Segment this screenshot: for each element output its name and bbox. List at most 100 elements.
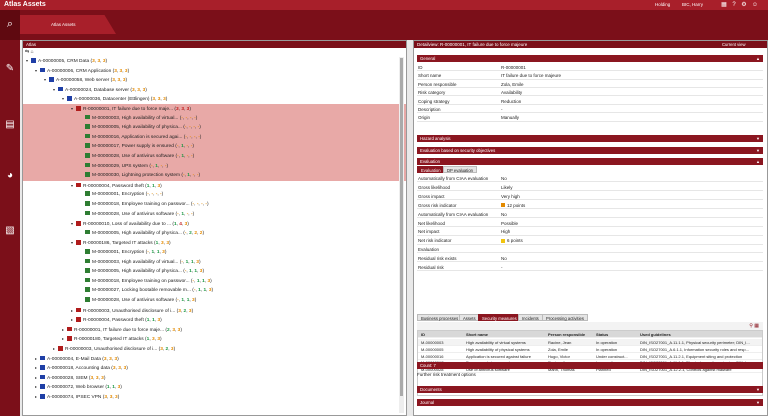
help-icon[interactable]: ?	[730, 1, 738, 9]
section-general[interactable]: General ▲	[417, 55, 763, 62]
column-header[interactable]: Status	[596, 331, 638, 338]
score-value: -	[176, 144, 179, 150]
related-tab[interactable]: Assets	[459, 314, 480, 321]
settings-icon[interactable]: ⚙	[740, 1, 748, 9]
related-tab[interactable]: Business processes	[417, 314, 463, 321]
tree-node[interactable]: M-00000005, High availability of physica…	[23, 229, 406, 239]
tree-node[interactable]: M-00000028, Use of antivirus software (-…	[23, 210, 406, 220]
tree-node[interactable]: ▸ A-00000004, E-Mail Data (3, 3, 3)	[23, 354, 406, 364]
tree-node[interactable]: ▸ R-00000001, IT failure due to force maj…	[23, 325, 406, 335]
score-value: 3	[172, 327, 175, 333]
tree-view-icon[interactable]: ⇆	[25, 49, 29, 55]
tree-node[interactable]: M-00000003, High availability of virtual…	[23, 113, 406, 124]
tree-scrollbar-thumb[interactable]	[400, 58, 403, 396]
related-tab[interactable]: Incidents	[518, 314, 543, 321]
section-security-objectives[interactable]: Evaluation based on security objectives ▼	[417, 147, 763, 154]
tree-node[interactable]: ▾ A-00000006, CRM Application (3, 3, 3)	[23, 66, 406, 76]
score-value: -	[190, 154, 193, 159]
tree-node[interactable]: M-00000016, Application is secured agai.…	[23, 132, 406, 143]
holding-selector[interactable]: Holding	[655, 1, 677, 9]
score-value: 3	[199, 269, 203, 275]
tree-node-scores: (1, 4, 3)	[171, 222, 189, 228]
tree-node[interactable]: M-00000003, High availability of virtual…	[23, 258, 406, 268]
tree-node[interactable]: ▸ A-00000028, SIEM (3, 3, 3)	[23, 373, 406, 383]
tree-node-label: A-00000004, E-Mail Data	[47, 356, 101, 362]
section-security-label: Evaluation based on security objectives	[420, 148, 496, 153]
node-type-icon	[85, 143, 90, 148]
column-header[interactable]: Used guidelines	[640, 331, 762, 338]
node-type-icon	[40, 394, 45, 399]
tree-node[interactable]: M-00000018, Employee training on passwor…	[23, 200, 406, 210]
tree-node[interactable]: ▾ R-00000004, Password theft (1, 1, 3)	[23, 181, 406, 191]
user-menu[interactable]: BIC, Harry	[682, 1, 716, 9]
tree-node[interactable]: ▾ R-00000010, Loss of availability due to…	[23, 219, 406, 229]
section-documents[interactable]: Documents ▼	[417, 386, 763, 393]
column-header[interactable]: Person responsible	[548, 331, 594, 338]
node-type-icon	[40, 384, 45, 389]
general-field-row: Person responsible Zola, Emile	[417, 81, 763, 89]
report-icon[interactable]: ▧	[0, 220, 20, 242]
section-hazard-analysis[interactable]: Hazard analysis ▼	[417, 135, 763, 142]
evaluation-field-row: Gross impact Very high	[417, 193, 763, 201]
tree-node-label: A-00000072, Web browser	[47, 385, 104, 391]
section-journal[interactable]: Journal ▼	[417, 399, 763, 406]
tree-node-scores: (3, 3, 3)	[109, 366, 128, 372]
section-evaluation[interactable]: Evaluation ▲	[417, 158, 763, 165]
tree-node-label: M-00000029, UPS system	[92, 163, 148, 169]
tree-node[interactable]: ▾ A-00000024, Database server (3, 3, 3)	[23, 85, 406, 95]
tree-node-label: A-00000024, Database server	[65, 87, 129, 93]
node-type-icon	[40, 67, 45, 73]
tree-node[interactable]: M-00000028, Use of antivirus software (-…	[23, 296, 406, 306]
general-field-row: Coping strategy Reduction	[417, 98, 763, 105]
pie-chart-icon[interactable]: ◕	[0, 165, 20, 187]
home-icon[interactable]: ⌂	[31, 49, 34, 55]
tree-node[interactable]: M-00000005, High availability of physica…	[23, 123, 406, 133]
edit-icon[interactable]: ✎	[0, 58, 20, 80]
eval-tab[interactable]: DP evaluation	[443, 166, 477, 173]
tree-node[interactable]: ▸ R-00000180, Targeted IT attacks (1, 3, …	[23, 334, 406, 344]
score-value: 3	[102, 59, 106, 64]
filter-icon[interactable]: ⚲	[749, 323, 753, 329]
search-icon[interactable]: ⌕	[0, 10, 20, 40]
column-header[interactable]: Short name	[466, 331, 546, 338]
score-value: -	[196, 173, 199, 179]
tree-node[interactable]: M-00000001, Encryption (-, 1, 1, 3)	[23, 248, 406, 258]
table-icon[interactable]: ▤	[0, 114, 20, 136]
tree-node[interactable]: ▾ A-00000036, Datacenter (Ettlingen) (3, …	[23, 94, 406, 104]
tree-node[interactable]: ▸ R-00000003, Unauthorised disclosure of …	[23, 306, 406, 316]
grid-icon[interactable]: ▦	[720, 1, 728, 9]
tree-node[interactable]: ▾ A-00000058, Web server (3, 3, 3)	[23, 75, 406, 85]
tree-node[interactable]: ▾ A-00000005, CRM Data (3, 3, 3)	[23, 56, 406, 66]
tree-node[interactable]: M-00000027, Locking bootable removable m…	[23, 286, 406, 296]
column-settings-icon[interactable]: ▦	[754, 323, 759, 329]
eval-tab[interactable]: Evaluation	[417, 166, 445, 173]
score-value: -	[177, 154, 179, 159]
tree-node[interactable]: ▸ A-00000072, Web browser (1, 1, 3)	[23, 382, 406, 392]
tree-node[interactable]: M-00000001, Encryption (-, -, -, -)	[23, 190, 406, 200]
tree-node-label: R-00000180, Targeted IT attacks	[74, 337, 144, 343]
user-icon[interactable]: ☺	[751, 1, 759, 9]
tree-node[interactable]: M-00000017, Power supply is ensured (-, …	[23, 142, 406, 152]
current-view-selector[interactable]: Current view	[722, 41, 746, 48]
tree-node[interactable]: M-00000028, Use of antivirus software (-…	[23, 152, 406, 162]
tree-node-label: A-00000074, IPSEC VPN	[47, 395, 102, 400]
tree-node[interactable]: ▾ R-00000186, Targeted IT attacks (1, 3, …	[23, 238, 406, 248]
score-value: 1	[196, 278, 200, 284]
column-header[interactable]: ID	[421, 331, 465, 338]
related-tab[interactable]: Processing activities	[542, 314, 588, 321]
tree-node[interactable]: ▾ R-00000001, IT failure due to force maj…	[23, 104, 406, 114]
tree-node[interactable]: ▸ A-00000074, IPSEC VPN (3, 3, 3)	[23, 392, 406, 402]
tree-node[interactable]: M-00000029, UPS system (-, 1, -, -)	[23, 161, 406, 172]
score-value: -	[184, 269, 187, 275]
node-type-icon	[85, 210, 90, 216]
tree-node-scores: (-, -, -, -)	[178, 115, 198, 121]
related-tab[interactable]: Security measures	[478, 314, 521, 321]
tree-node[interactable]: M-00000030, Lightning protection system …	[23, 171, 406, 181]
tree-node[interactable]: M-00000018, Employee training on passwor…	[23, 277, 406, 287]
tree-node[interactable]: ▸ R-00000004, Password theft (1, 1, 3)	[23, 315, 406, 325]
score-value: -	[189, 125, 191, 131]
tree-node[interactable]: M-00000005, High availability of physica…	[23, 267, 406, 277]
tree-node[interactable]: ▸ A-00000018, Accounting data (3, 3, 3)	[23, 363, 406, 373]
tree-node[interactable]: ▸ R-00000003, Unauthorised disclosure of …	[23, 344, 406, 354]
tree-node-label: R-00000010, Loss of availability due to …	[83, 222, 171, 228]
